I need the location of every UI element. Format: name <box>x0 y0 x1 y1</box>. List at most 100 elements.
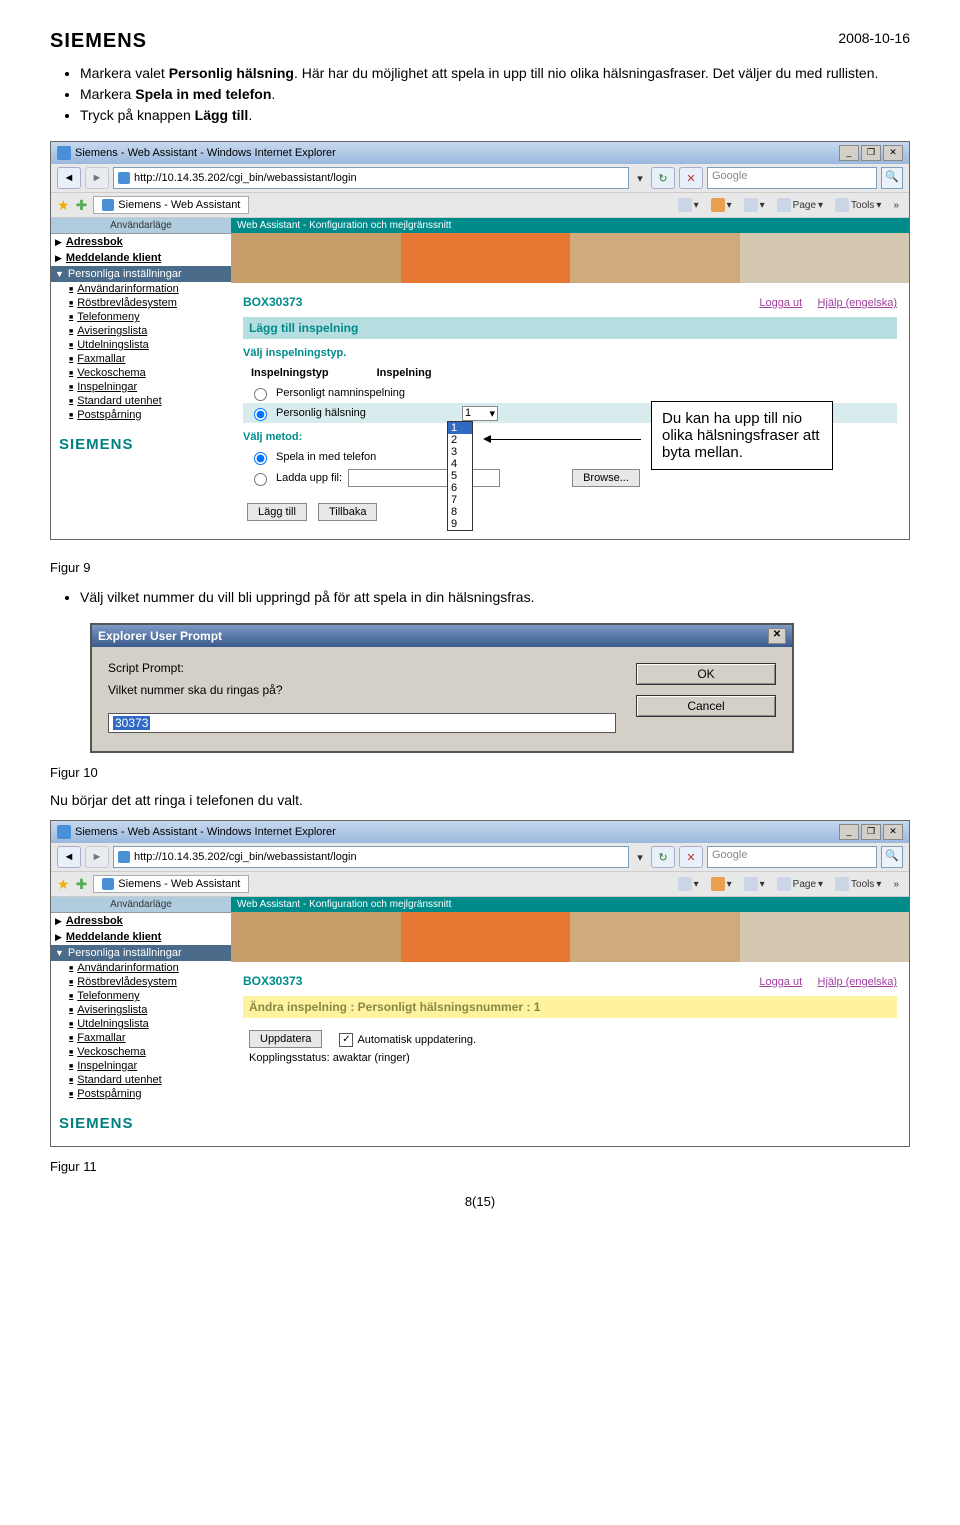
search-button[interactable]: 🔍 <box>881 846 903 868</box>
refresh-button[interactable]: ↻ <box>651 167 675 189</box>
favorites-icon[interactable]: ★ <box>57 876 70 893</box>
stop-button[interactable]: ✕ <box>679 167 703 189</box>
sidebar-sub-item[interactable]: Postspårning <box>51 1087 231 1101</box>
sidebar-addressbook[interactable]: ▶Adressbok <box>51 234 231 250</box>
help-link[interactable]: Hjälp (engelska) <box>818 976 897 988</box>
sidebar: Användarläge ▶Adressbok ▶Meddelande klie… <box>51 218 231 539</box>
address-dropdown[interactable]: ▾ <box>633 172 647 185</box>
sidebar-sub-item[interactable]: Användarinformation <box>51 282 231 296</box>
tools-menu[interactable]: Tools▾ <box>831 198 885 212</box>
sidebar-personal-settings[interactable]: ▼Personliga inställningar <box>51 945 231 961</box>
sidebar-sub-item[interactable]: Inspelningar <box>51 1059 231 1073</box>
dropdown-option[interactable]: 2 <box>448 434 472 446</box>
sidebar-sub-item[interactable]: Användarinformation <box>51 961 231 975</box>
page-menu[interactable]: Page▾ <box>773 198 827 212</box>
print-button[interactable]: ▾ <box>740 877 769 891</box>
close-button[interactable]: ✕ <box>883 824 903 840</box>
radio-record-phone[interactable] <box>254 452 267 465</box>
stop-button[interactable]: ✕ <box>679 846 703 868</box>
help-link[interactable]: Hjälp (engelska) <box>818 297 897 309</box>
browser-tab[interactable]: Siemens - Web Assistant <box>93 875 249 893</box>
search-box[interactable]: Google <box>707 167 877 189</box>
address-dropdown[interactable]: ▾ <box>633 851 647 864</box>
auto-update-checkbox[interactable]: ✓ <box>339 1033 353 1047</box>
sidebar-sub-item[interactable]: Postspårning <box>51 408 231 422</box>
sidebar-sub-item[interactable]: Standard utenhet <box>51 1073 231 1087</box>
sidebar-mode-tab[interactable]: Användarläge <box>51 218 231 234</box>
sidebar-sub-item[interactable]: Utdelningslista <box>51 1017 231 1031</box>
refresh-button[interactable]: ↻ <box>651 846 675 868</box>
dropdown-option[interactable]: 8 <box>448 506 472 518</box>
ok-button[interactable]: OK <box>636 663 776 685</box>
sidebar-sub-item[interactable]: Standard utenhet <box>51 394 231 408</box>
sidebar-mode-tab[interactable]: Användarläge <box>51 897 231 913</box>
sidebar-sub-item[interactable]: Röstbrevlådesystem <box>51 296 231 310</box>
minimize-button[interactable]: _ <box>839 145 859 161</box>
sidebar-sub-item[interactable]: Telefonmeny <box>51 310 231 324</box>
sidebar-addressbook[interactable]: ▶Adressbok <box>51 913 231 929</box>
page-menu[interactable]: Page▾ <box>773 877 827 891</box>
tools-menu[interactable]: Tools▾ <box>831 877 885 891</box>
sidebar-sub-item[interactable]: Röstbrevlådesystem <box>51 975 231 989</box>
search-box[interactable]: Google <box>707 846 877 868</box>
address-bar[interactable]: http://10.14.35.202/cgi_bin/webassistant… <box>113 846 629 868</box>
main-header: Web Assistant - Konfiguration och mejlgr… <box>231 218 909 233</box>
dropdown-option[interactable]: 6 <box>448 482 472 494</box>
forward-button[interactable]: ► <box>85 846 109 868</box>
update-button[interactable]: Uppdatera <box>249 1030 322 1048</box>
dialog-close-button[interactable]: ✕ <box>768 628 786 644</box>
greeting-dropdown-list[interactable]: 1 2 3 4 5 6 7 8 9 <box>447 421 473 531</box>
close-button[interactable]: ✕ <box>883 145 903 161</box>
sidebar-sub-item[interactable]: Aviseringslista <box>51 324 231 338</box>
address-bar[interactable]: http://10.14.35.202/cgi_bin/webassistant… <box>113 167 629 189</box>
maximize-button[interactable]: ❐ <box>861 824 881 840</box>
dropdown-option[interactable]: 9 <box>448 518 472 530</box>
cancel-button[interactable]: Cancel <box>636 695 776 717</box>
dropdown-option[interactable]: 1 <box>448 422 472 434</box>
file-path-input[interactable] <box>348 469 500 487</box>
minimize-button[interactable]: _ <box>839 824 859 840</box>
radio-name-recording[interactable] <box>254 388 267 401</box>
browse-button[interactable]: Browse... <box>572 469 640 487</box>
favorites-icon[interactable]: ★ <box>57 197 70 214</box>
prompt-input[interactable]: 30373 <box>108 713 616 733</box>
sidebar-sub-item[interactable]: Telefonmeny <box>51 989 231 1003</box>
logout-link[interactable]: Logga ut <box>759 976 802 988</box>
dropdown-option[interactable]: 4 <box>448 458 472 470</box>
back-button[interactable]: ◄ <box>57 846 81 868</box>
sidebar-sub-item[interactable]: Utdelningslista <box>51 338 231 352</box>
forward-button[interactable]: ► <box>85 167 109 189</box>
sidebar-sub-item[interactable]: Aviseringslista <box>51 1003 231 1017</box>
maximize-button[interactable]: ❐ <box>861 145 881 161</box>
sidebar-message-client[interactable]: ▶Meddelande klient <box>51 250 231 266</box>
search-button[interactable]: 🔍 <box>881 167 903 189</box>
radio-personal-greeting[interactable] <box>254 408 267 421</box>
home-button[interactable]: ▾ <box>674 877 703 891</box>
feeds-button[interactable]: ▾ <box>707 877 736 891</box>
sidebar-sub-item[interactable]: Inspelningar <box>51 380 231 394</box>
radio-upload-file[interactable] <box>254 473 267 486</box>
annotation-note: Du kan ha upp till nio olika hälsningsfr… <box>651 401 833 470</box>
sidebar-sub-item[interactable]: Faxmallar <box>51 1031 231 1045</box>
sidebar-sub-item[interactable]: Veckoschema <box>51 1045 231 1059</box>
home-button[interactable]: ▾ <box>674 198 703 212</box>
print-button[interactable]: ▾ <box>740 198 769 212</box>
back-button[interactable]: Tillbaka <box>318 503 378 521</box>
add-button[interactable]: Lägg till <box>247 503 307 521</box>
sidebar-sub-item[interactable]: Veckoschema <box>51 366 231 380</box>
annotation-arrow-head <box>483 435 491 443</box>
dropdown-option[interactable]: 5 <box>448 470 472 482</box>
greeting-number-select[interactable]: 1▾ <box>462 406 498 421</box>
add-favorite-icon[interactable]: ✚ <box>76 197 88 214</box>
feeds-button[interactable]: ▾ <box>707 198 736 212</box>
back-button[interactable]: ◄ <box>57 167 81 189</box>
sidebar-message-client[interactable]: ▶Meddelande klient <box>51 929 231 945</box>
sidebar-personal-settings[interactable]: ▼Personliga inställningar <box>51 266 231 282</box>
browser-tab[interactable]: Siemens - Web Assistant <box>93 196 249 214</box>
logout-link[interactable]: Logga ut <box>759 297 802 309</box>
section-title: Lägg till inspelning <box>243 317 897 339</box>
sidebar-sub-item[interactable]: Faxmallar <box>51 352 231 366</box>
dropdown-option[interactable]: 3 <box>448 446 472 458</box>
add-favorite-icon[interactable]: ✚ <box>76 876 88 893</box>
dropdown-option[interactable]: 7 <box>448 494 472 506</box>
